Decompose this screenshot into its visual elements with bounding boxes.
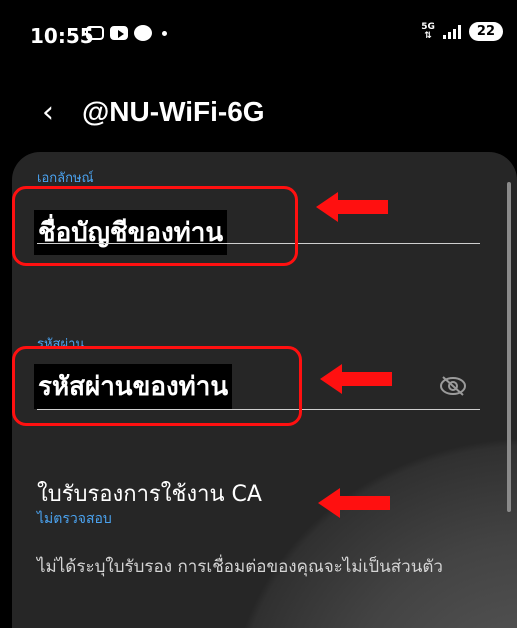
status-bar: 10:55 5G ⇅ 22 [0,0,517,70]
line-icon [134,25,152,41]
arrow-left-icon [316,192,388,222]
signal-icon [442,24,461,39]
system-icons: 5G ⇅ 22 [421,22,503,41]
ca-certificate-value[interactable]: ไม่ตรวจสอบ [37,508,112,530]
chevron-left-icon[interactable]: ‹ [42,98,54,128]
ca-certificate-title[interactable]: ใบรับรองการใช้งาน CA [37,476,262,511]
password-highlight-box [12,346,302,426]
scrollbar[interactable] [507,182,511,512]
youtube-icon [110,26,128,40]
notification-icons [86,25,167,41]
status-time: 10:55 [30,24,94,48]
identity-highlight-box [12,186,298,266]
arrow-left-icon [320,364,392,394]
page-title: @NU-WiFi-6G [82,96,265,127]
battery-badge: 22 [468,22,503,41]
network-type: 5G ⇅ [421,21,435,41]
identity-label: เอกลักษณ์ [37,171,94,186]
certificate-warning-note: ไม่ได้ระบุใบรับรอง การเชื่อมต่อของคุณจะไ… [37,557,443,577]
screen-record-icon [86,26,104,40]
eye-off-icon[interactable] [438,374,468,398]
arrow-left-icon [318,488,390,518]
more-notifications-dot [162,30,167,36]
app-header: ‹ @NU-WiFi-6G [0,90,517,146]
